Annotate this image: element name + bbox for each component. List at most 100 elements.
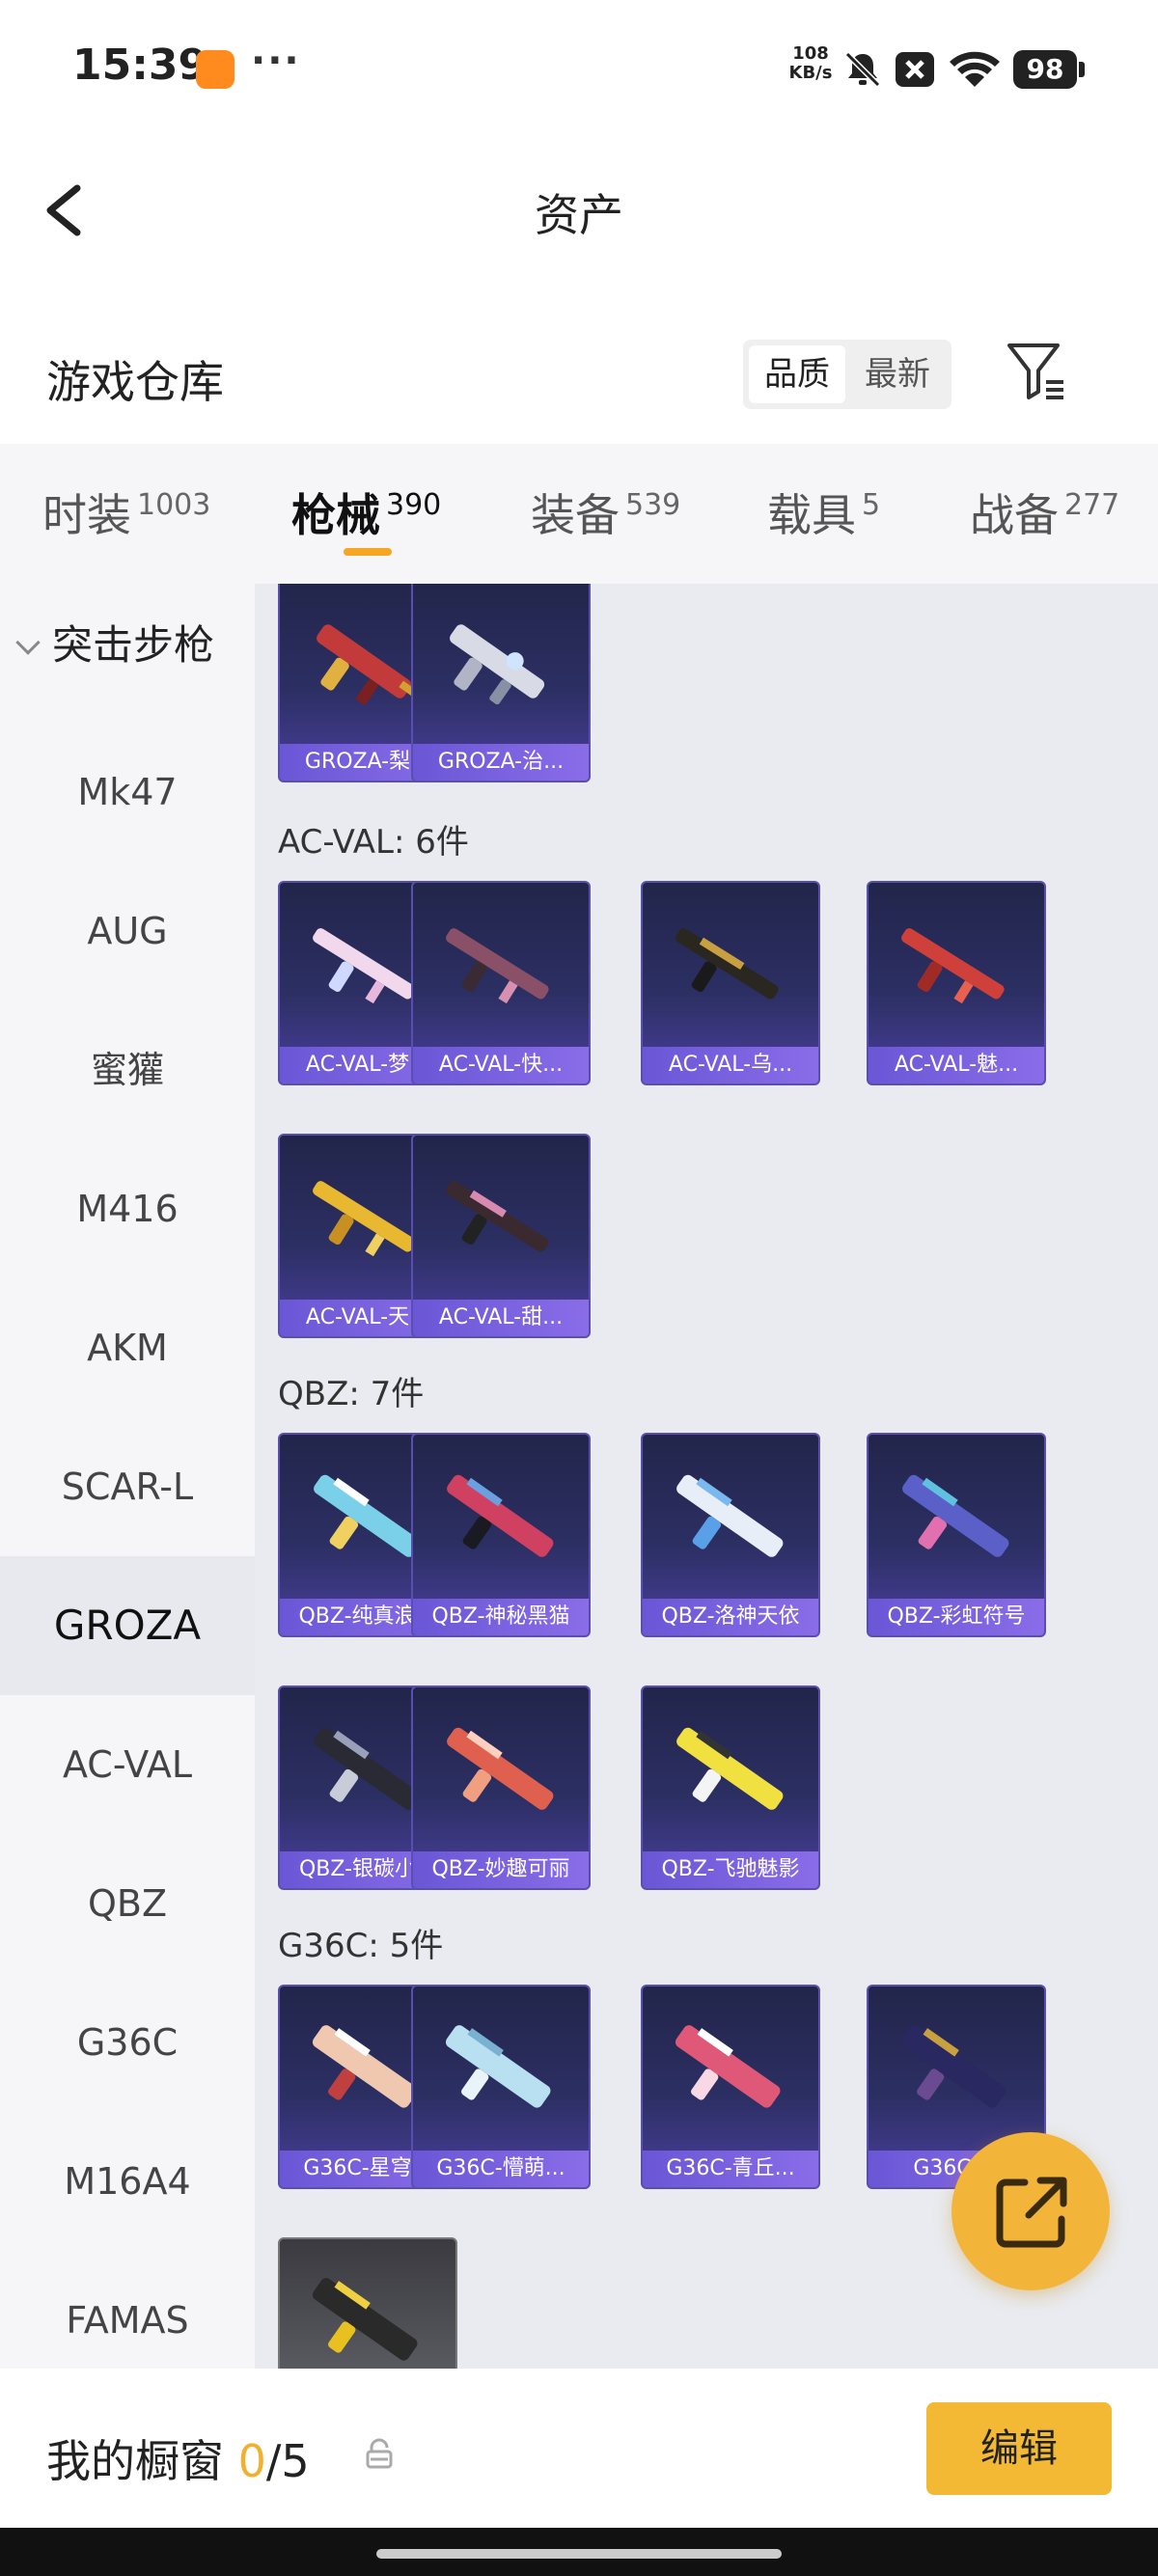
weapon-name: G36C-懵萌...	[413, 2151, 589, 2187]
sidebar-item-scar-l[interactable]: SCAR-L	[0, 1417, 255, 1556]
tab-fashion[interactable]: 时装 1003	[42, 480, 210, 544]
sidebar-item-akm[interactable]: AKM	[0, 1278, 255, 1417]
tab-count: 5	[862, 488, 881, 522]
weapon-skin-image	[902, 1474, 1009, 1557]
weapon-card[interactable]: QBZ-飞驰魅影	[641, 1685, 820, 1890]
weapon-skin-image	[901, 928, 1005, 1004]
tab-count: 539	[625, 488, 681, 522]
tab-label: 装备	[531, 489, 620, 541]
edit-button[interactable]: 编辑	[926, 2402, 1112, 2495]
weapon-skin-image	[676, 1474, 784, 1557]
tab-vehicles[interactable]: 载具 5	[767, 480, 880, 544]
weapon-category-sidebar: 突击步枪 Mk47 AUG 蜜獾 M416 AKM SCAR-L GROZA A…	[0, 584, 255, 2369]
network-speed: 108 KB/s	[784, 44, 838, 83]
page-title: 资产	[535, 189, 623, 241]
showcase-current: 0	[237, 2435, 266, 2487]
sort-toggle: 品质 最新	[743, 340, 951, 409]
weapon-name: QBZ-彩虹符号	[868, 1599, 1044, 1635]
weapon-card[interactable]: QBZ-洛神天依	[641, 1433, 820, 1637]
weapon-card[interactable]: G36C-青丘...	[641, 1985, 820, 2189]
filter-icon[interactable]	[1004, 338, 1071, 405]
sidebar-item-m416[interactable]: M416	[0, 1139, 255, 1278]
tab-count: 390	[386, 488, 442, 522]
tab-equipment[interactable]: 装备 539	[531, 480, 680, 544]
warehouse-title: 游戏仓库	[46, 356, 224, 408]
showcase-bar: 我的橱窗 0/5 编辑	[0, 2369, 1158, 2528]
weapon-card[interactable]: QBZ-彩虹符号	[867, 1433, 1046, 1637]
status-bar: 15:39 ··· 108 KB/s 98	[0, 0, 1158, 140]
weapon-name: QBZ-神秘黑猫	[413, 1599, 589, 1635]
share-external-icon	[996, 2177, 1067, 2248]
weapon-card[interactable]	[278, 2237, 457, 2369]
weapon-name: G36C-青丘...	[643, 2151, 818, 2187]
weapon-card[interactable]: G36C-懵萌...	[411, 1985, 591, 2189]
weapon-skin-image	[447, 1727, 554, 1810]
weapon-card[interactable]: AC-VAL-甜...	[411, 1134, 591, 1338]
home-indicator[interactable]	[376, 2549, 782, 2559]
weapon-skin-image	[447, 1474, 554, 1557]
battery-level: 98	[1013, 50, 1085, 89]
more-notifications-icon: ···	[251, 39, 301, 83]
section-header-qbz: QBZ: 7件	[278, 1375, 425, 1413]
sort-newest-button[interactable]: 最新	[849, 345, 946, 403]
weapon-name: QBZ-飞驰魅影	[643, 1851, 818, 1888]
weapon-skin-image	[445, 2025, 551, 2108]
wifi-icon	[950, 51, 1000, 87]
sidebar-item-mk47[interactable]: Mk47	[0, 723, 255, 862]
section-header-g36c: G36C: 5件	[278, 1927, 444, 1965]
showcase-label: 我的橱窗 0/5	[46, 2426, 310, 2490]
weapon-card[interactable]: GROZA-治...	[411, 584, 591, 782]
weapon-card[interactable]: QBZ-妙趣可丽	[411, 1685, 591, 1890]
weapon-skin-image	[450, 624, 545, 705]
category-tabs: 时装 1003 枪械 390 装备 539 载具 5 战备 277	[0, 444, 1158, 584]
weapon-skin-image	[676, 1727, 784, 1810]
warehouse-header: 游戏仓库 品质 最新	[0, 280, 1158, 444]
nav-bar: 资产	[0, 140, 1158, 280]
group-assault-rifles[interactable]: 突击步枪	[15, 613, 215, 671]
share-button[interactable]	[951, 2132, 1110, 2290]
showcase-title: 我的橱窗	[46, 2435, 224, 2487]
tab-count: 1003	[137, 488, 211, 522]
sidebar-item-honey-badger[interactable]: 蜜獾	[0, 1000, 255, 1139]
weapon-name: AC-VAL-魅...	[868, 1047, 1044, 1083]
app-close-badge-icon	[896, 52, 934, 87]
section-header-ac-val: AC-VAL: 6件	[278, 823, 469, 862]
sidebar-item-aug[interactable]: AUG	[0, 862, 255, 1000]
weapon-card[interactable]: AC-VAL-快...	[411, 881, 591, 1085]
weapon-skin-image	[446, 1181, 549, 1252]
system-home-bar	[0, 2528, 1158, 2576]
weapon-skin-image	[446, 928, 549, 1004]
weapon-name: GROZA-治...	[413, 744, 589, 781]
sidebar-item-g36c[interactable]: G36C	[0, 1973, 255, 2112]
weapon-name: AC-VAL-甜...	[413, 1300, 589, 1336]
sidebar-item-ac-val[interactable]: AC-VAL	[0, 1695, 255, 1834]
weapon-name: QBZ-洛神天依	[643, 1599, 818, 1635]
weapon-name: AC-VAL-快...	[413, 1047, 589, 1083]
lock-icon	[366, 2438, 393, 2469]
weapon-grid: GROZA-梨... GROZA-治... AC-VAL: 6件 AC-VAL-…	[255, 584, 1158, 2369]
weapon-skin-image	[676, 928, 779, 1000]
weapon-name: AC-VAL-乌...	[643, 1047, 818, 1083]
tab-label: 时装	[42, 489, 131, 541]
tab-label: 载具	[767, 489, 856, 541]
weapon-card[interactable]: QBZ-神秘黑猫	[411, 1433, 591, 1637]
tab-count: 277	[1064, 488, 1120, 522]
weapon-skin-image	[675, 2025, 781, 2108]
group-label: 突击步枪	[52, 621, 215, 669]
sort-quality-button[interactable]: 品质	[749, 345, 845, 403]
weapon-card[interactable]: AC-VAL-魅...	[867, 881, 1046, 1085]
sidebar-item-groza[interactable]: GROZA	[0, 1556, 255, 1695]
weapon-card[interactable]: AC-VAL-乌...	[641, 881, 820, 1085]
weapon-name: QBZ-妙趣可丽	[413, 1851, 589, 1888]
app-notification-icon	[196, 50, 234, 89]
tab-combat-gear[interactable]: 战备 277	[970, 480, 1119, 544]
sidebar-item-m16a4[interactable]: M16A4	[0, 2112, 255, 2251]
mute-icon	[844, 51, 881, 88]
weapon-skin-image	[900, 2025, 1006, 2108]
sidebar-item-qbz[interactable]: QBZ	[0, 1834, 255, 1973]
active-tab-indicator	[344, 548, 392, 556]
tab-label: 战备	[970, 489, 1059, 541]
weapon-skin-image	[312, 2278, 418, 2361]
tab-firearms[interactable]: 枪械 390	[291, 480, 441, 544]
chevron-down-icon	[15, 630, 41, 655]
